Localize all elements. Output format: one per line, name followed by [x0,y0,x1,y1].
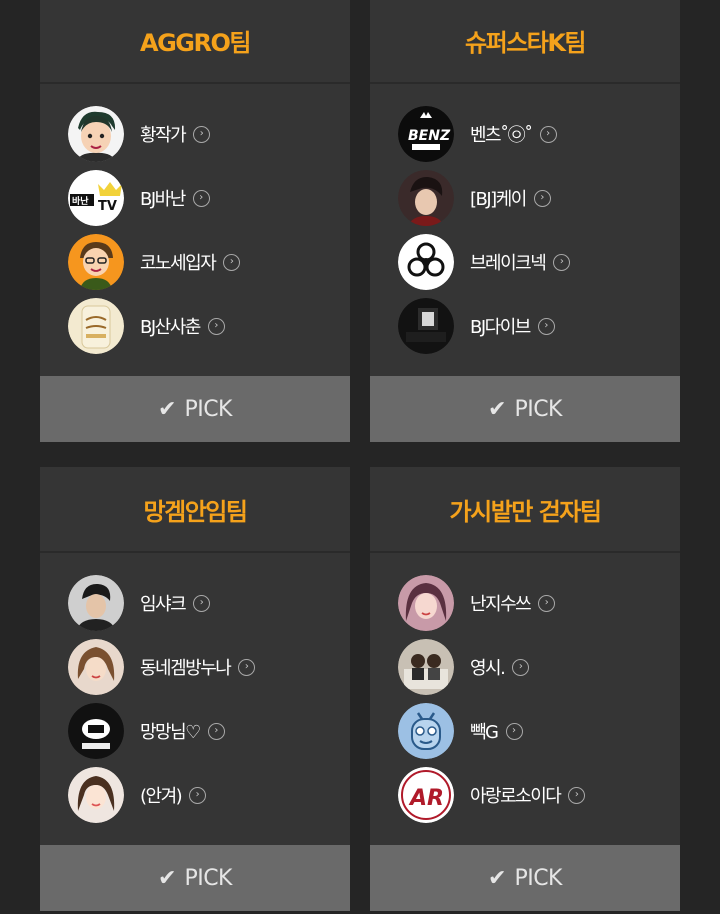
member-item[interactable]: [BJ]케이 › [398,166,680,230]
check-icon: ✔ [158,396,177,422]
chevron-right-icon[interactable]: › [538,594,556,612]
chevron-right-icon[interactable]: › [553,253,571,271]
member-item[interactable]: AR 아랑로소이다 › [398,763,680,827]
member-name: 임샤크 [140,594,187,615]
member-list: BENZ 벤츠˚㉧˚ › [BJ]케이 › 브레이크넥 › BJ다이브 › [370,84,680,376]
benz-logo: BENZ [398,106,454,162]
team-header: 슈퍼스타K팀 [370,0,680,84]
cartoon-man-avatar [68,106,124,162]
chevron-right-icon[interactable]: › [537,317,555,335]
member-item[interactable]: BJ산사춘 › [68,294,350,358]
member-name: 동네겜방누나 [140,658,232,679]
photo-avatar [68,575,124,631]
member-item[interactable]: BJ다이브 › [398,294,680,358]
pick-label: PICK [184,865,232,891]
team-grid: AGGRO팀 황작가 › TV 바난 BJ바난 › 코노세입자 › BJ산사춘 … [0,0,720,914]
pick-label: PICK [184,396,232,422]
check-icon: ✔ [488,396,507,422]
member-item[interactable]: 망망님♡ › [68,699,350,763]
chevron-right-icon[interactable]: › [533,189,551,207]
check-icon: ✔ [488,865,507,891]
team-header: 가시밭만 걷자팀 [370,467,680,553]
photo-avatar [398,170,454,226]
member-name: [BJ]케이 [470,189,527,210]
team-header: AGGRO팀 [40,0,350,84]
member-name: 아랑로소이다 [470,786,562,807]
sansachun-bottle-avatar [68,298,124,354]
svg-text:TV: TV [98,199,117,214]
member-name: 황작가 [140,125,187,146]
photo-avatar [398,639,454,695]
member-list: 황작가 › TV 바난 BJ바난 › 코노세입자 › BJ산사춘 › [40,84,350,376]
team-card-aggro: AGGRO팀 황작가 › TV 바난 BJ바난 › 코노세입자 › BJ산사춘 … [40,0,350,442]
member-name: 영시. [470,658,506,679]
svg-text:바난: 바난 [72,195,89,207]
member-name: (안겨) [140,786,183,807]
pick-button[interactable]: ✔ PICK [370,845,680,911]
ar-logo: AR [398,767,454,823]
member-name: 빽G [470,722,499,743]
photo-avatar [398,575,454,631]
member-item[interactable]: 난지수쓰 › [398,571,680,635]
chevron-right-icon[interactable]: › [512,658,530,676]
blue-robot-avatar [398,703,454,759]
chevron-right-icon[interactable]: › [192,189,210,207]
team-card-gasibat: 가시밭만 걷자팀 난지수쓰 › 영시. › 빽G › AR 아랑로소이다 › ✔… [370,467,680,911]
team-header: 망겜안임팀 [40,467,350,553]
biohazard-logo [398,234,454,290]
chevron-right-icon[interactable]: › [189,786,207,804]
member-name: BJ산사춘 [140,317,201,338]
check-icon: ✔ [158,865,177,891]
banan-tv-logo: TV 바난 [68,170,124,226]
pick-button[interactable]: ✔ PICK [370,376,680,442]
member-item[interactable]: 빽G › [398,699,680,763]
member-item[interactable]: (안겨) › [68,763,350,827]
member-item[interactable]: BENZ 벤츠˚㉧˚ › [398,102,680,166]
member-name: BJ다이브 [470,317,531,338]
dark-photo-avatar [398,298,454,354]
team-card-manggem: 망겜안임팀 임샤크 › 동네겜방누나 › 망망님♡ › (안겨) › ✔ PIC… [40,467,350,911]
pick-button[interactable]: ✔ PICK [40,845,350,911]
team-card-superstar-k: 슈퍼스타K팀 BENZ 벤츠˚㉧˚ › [BJ]케이 › 브레이크넥 › BJ다… [370,0,680,442]
svg-text:BENZ: BENZ [408,128,451,144]
chevron-right-icon[interactable]: › [238,658,256,676]
chevron-right-icon[interactable]: › [193,594,211,612]
pick-label: PICK [514,396,562,422]
black-white-logo [68,703,124,759]
team-name: 가시밭만 걷자팀 [449,497,602,526]
chevron-right-icon[interactable]: › [207,317,225,335]
chevron-right-icon[interactable]: › [207,722,225,740]
member-name: 벤츠˚㉧˚ [470,125,533,146]
member-item[interactable]: 임샤크 › [68,571,350,635]
photo-avatar [68,639,124,695]
member-item[interactable]: 동네겜방누나 › [68,635,350,699]
member-name: 브레이크넥 [470,253,547,274]
chevron-right-icon[interactable]: › [223,253,241,271]
team-name: 망겜안임팀 [143,497,248,526]
pick-button[interactable]: ✔ PICK [40,376,350,442]
member-name: 코노세입자 [140,253,217,274]
member-item[interactable]: 브레이크넥 › [398,230,680,294]
member-name: 망망님♡ [140,722,201,743]
member-item[interactable]: 코노세입자 › [68,230,350,294]
member-list: 난지수쓰 › 영시. › 빽G › AR 아랑로소이다 › [370,553,680,845]
team-name: AGGRO팀 [140,28,251,57]
member-item[interactable]: 영시. › [398,635,680,699]
member-list: 임샤크 › 동네겜방누나 › 망망님♡ › (안겨) › [40,553,350,845]
pick-label: PICK [514,865,562,891]
photo-avatar [68,767,124,823]
chevron-right-icon[interactable]: › [539,125,557,143]
member-name: 난지수쓰 [470,594,532,615]
member-item[interactable]: TV 바난 BJ바난 › [68,166,350,230]
chevron-right-icon[interactable]: › [505,722,523,740]
svg-text:AR: AR [408,786,444,811]
chevron-right-icon[interactable]: › [193,125,211,143]
team-name: 슈퍼스타K팀 [465,28,587,57]
cono-cartoon-avatar [68,234,124,290]
member-item[interactable]: 황작가 › [68,102,350,166]
chevron-right-icon[interactable]: › [568,786,586,804]
member-name: BJ바난 [140,189,186,210]
